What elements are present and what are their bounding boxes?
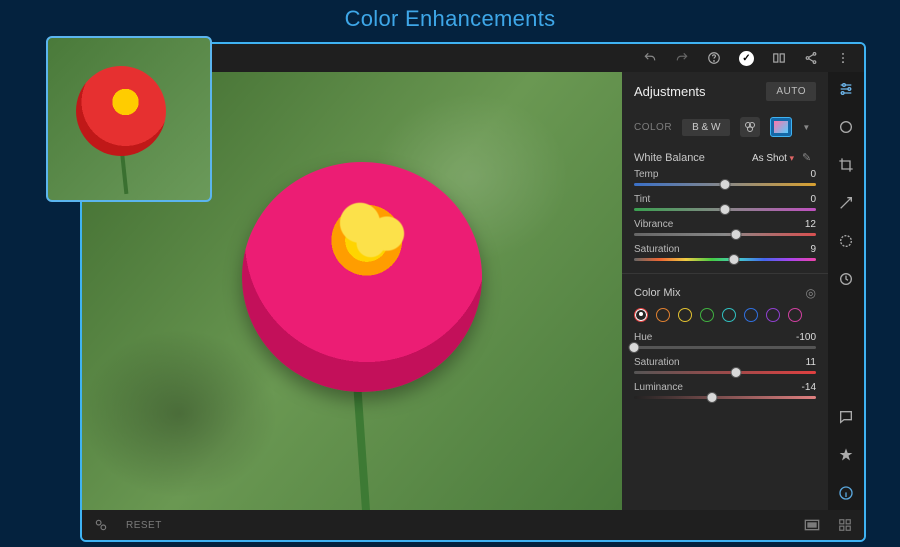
hue-slider[interactable]: Hue -100 (622, 332, 828, 357)
crop-icon[interactable] (837, 156, 855, 174)
swatch-1[interactable] (656, 308, 670, 322)
profile-selected-button[interactable] (770, 117, 792, 137)
temp-slider[interactable]: Temp 0 (622, 169, 828, 194)
color-mode-label[interactable]: COLOR (634, 122, 672, 133)
mix-saturation-slider[interactable]: Saturation 11 (622, 357, 828, 382)
healing-icon[interactable] (837, 194, 855, 212)
redo-icon[interactable] (675, 51, 689, 65)
sliders-icon[interactable] (837, 80, 855, 98)
swatch-3[interactable] (700, 308, 714, 322)
adjustments-panel: Adjustments AUTO COLOR B & W ▼ White Bal… (622, 72, 828, 510)
tool-rail (828, 72, 864, 510)
versions-icon[interactable] (837, 270, 855, 288)
checkmark-icon[interactable]: ✓ (739, 51, 754, 66)
compare-icon[interactable] (772, 51, 786, 65)
info-icon[interactable] (837, 484, 855, 502)
filmstrip-icon[interactable] (804, 519, 820, 531)
hue-value: -100 (796, 332, 816, 343)
page-title: Color Enhancements (0, 0, 900, 36)
star-icon[interactable] (837, 446, 855, 464)
reset-button[interactable]: RESET (126, 520, 162, 531)
chevron-down-icon[interactable]: ▼ (802, 123, 810, 132)
saturation-label: Saturation (634, 244, 680, 255)
panel-divider (622, 273, 828, 274)
vibrance-slider[interactable]: Vibrance 12 (622, 219, 828, 244)
temp-label: Temp (634, 169, 658, 180)
target-adjust-icon[interactable]: ◎ (806, 286, 816, 300)
tint-value: 0 (810, 194, 816, 205)
profile-button[interactable] (740, 117, 760, 137)
temp-value: 0 (810, 169, 816, 180)
comment-icon[interactable] (837, 408, 855, 426)
colormix-swatches (622, 306, 828, 332)
undo-icon[interactable] (643, 51, 657, 65)
thumb-flower (76, 66, 166, 156)
eyedropper-icon[interactable]: ✎ (802, 151, 816, 165)
vibrance-value: 12 (805, 219, 816, 230)
bw-mode-button[interactable]: B & W (682, 119, 730, 136)
saturation-value: 9 (810, 244, 816, 255)
geometry-icon[interactable] (837, 118, 855, 136)
luminance-value: -14 (802, 382, 816, 393)
white-balance-select[interactable]: As Shot (752, 153, 794, 164)
footer-bar: RESET (82, 510, 864, 540)
swatch-4[interactable] (722, 308, 736, 322)
before-thumbnail[interactable] (46, 36, 212, 202)
grid-icon[interactable] (838, 518, 852, 532)
mix-saturation-label: Saturation (634, 357, 680, 368)
saturation-slider[interactable]: Saturation 9 (622, 244, 828, 269)
auto-button[interactable]: AUTO (766, 82, 816, 101)
canvas-flower (242, 162, 482, 392)
luminance-slider[interactable]: Luminance -14 (622, 382, 828, 407)
white-balance-label: White Balance (634, 152, 705, 164)
preset-icon[interactable] (94, 518, 108, 532)
hue-label: Hue (634, 332, 652, 343)
vibrance-label: Vibrance (634, 219, 673, 230)
swatch-0[interactable] (634, 308, 648, 322)
masking-icon[interactable] (837, 232, 855, 250)
canvas-stem (353, 382, 375, 510)
swatch-6[interactable] (766, 308, 780, 322)
colormix-title: Color Mix (634, 287, 680, 299)
share-icon[interactable] (804, 51, 818, 65)
swatch-2[interactable] (678, 308, 692, 322)
swatch-7[interactable] (788, 308, 802, 322)
luminance-label: Luminance (634, 382, 683, 393)
mix-saturation-value: 11 (806, 357, 816, 368)
tint-slider[interactable]: Tint 0 (622, 194, 828, 219)
swatch-5[interactable] (744, 308, 758, 322)
tint-label: Tint (634, 194, 650, 205)
help-icon[interactable] (707, 51, 721, 65)
more-icon[interactable] (836, 51, 850, 65)
panel-title: Adjustments (634, 84, 706, 99)
